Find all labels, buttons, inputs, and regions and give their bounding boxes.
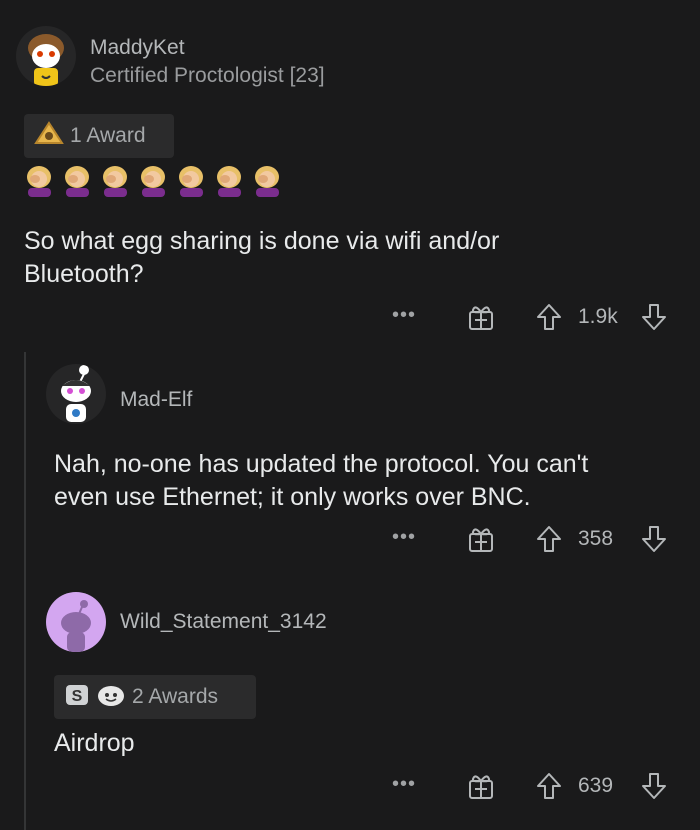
vote-score: 358: [578, 527, 614, 550]
downvote-icon[interactable]: [640, 524, 668, 559]
gift-icon[interactable]: [466, 302, 496, 337]
awards-badge[interactable]: 1 Award: [24, 114, 174, 158]
emoji-flair-row: [24, 164, 283, 202]
upvote-icon[interactable]: [535, 524, 563, 559]
more-options-icon[interactable]: •••: [392, 526, 416, 549]
user-flair: Certified Proctologist [23]: [90, 64, 325, 87]
comment-body: So what egg sharing is done via wifi and…: [24, 227, 500, 288]
facepalm-emoji-icon: [24, 164, 55, 202]
thread-line[interactable]: [24, 352, 26, 830]
facepalm-emoji-icon: [214, 164, 245, 202]
facepalm-emoji-icon: [252, 164, 283, 202]
award-icon: [34, 120, 64, 152]
awards-count: 2 Awards: [132, 685, 218, 708]
downvote-icon[interactable]: [640, 302, 668, 337]
comment-body: Airdrop: [54, 729, 135, 757]
comment-actions: ••• 1.9k: [392, 300, 672, 334]
silver-award-icon: S: [64, 682, 90, 713]
awards-count: 1 Award: [70, 124, 146, 147]
username[interactable]: MaddyKet: [90, 36, 185, 60]
username[interactable]: Wild_Statement_3142: [120, 610, 327, 634]
avatar-maddyket[interactable]: [16, 26, 76, 86]
facepalm-emoji-icon: [176, 164, 207, 202]
facepalm-emoji-icon: [100, 164, 131, 202]
more-options-icon[interactable]: •••: [392, 304, 416, 327]
awards-badge[interactable]: S 2 Awards: [54, 675, 256, 719]
facepalm-emoji-icon: [62, 164, 93, 202]
avatar-mad-elf[interactable]: [46, 364, 106, 424]
comment-body: Nah, no-one has updated the protocol. Yo…: [54, 450, 589, 511]
vote-score: 1.9k: [578, 305, 618, 328]
facepalm-emoji-icon: [138, 164, 169, 202]
username[interactable]: Mad-Elf: [120, 388, 192, 412]
downvote-icon[interactable]: [640, 771, 668, 806]
avatar-wild-statement[interactable]: [46, 592, 106, 652]
upvote-icon[interactable]: [535, 771, 563, 806]
gift-icon[interactable]: [466, 524, 496, 559]
svg-text:S: S: [72, 688, 83, 705]
upvote-icon[interactable]: [535, 302, 563, 337]
comment-actions: ••• 639: [392, 769, 672, 803]
comment-actions: ••• 358: [392, 522, 672, 556]
wholesome-award-icon: [96, 682, 126, 713]
more-options-icon[interactable]: •••: [392, 773, 416, 796]
gift-icon[interactable]: [466, 771, 496, 806]
vote-score: 639: [578, 774, 614, 797]
